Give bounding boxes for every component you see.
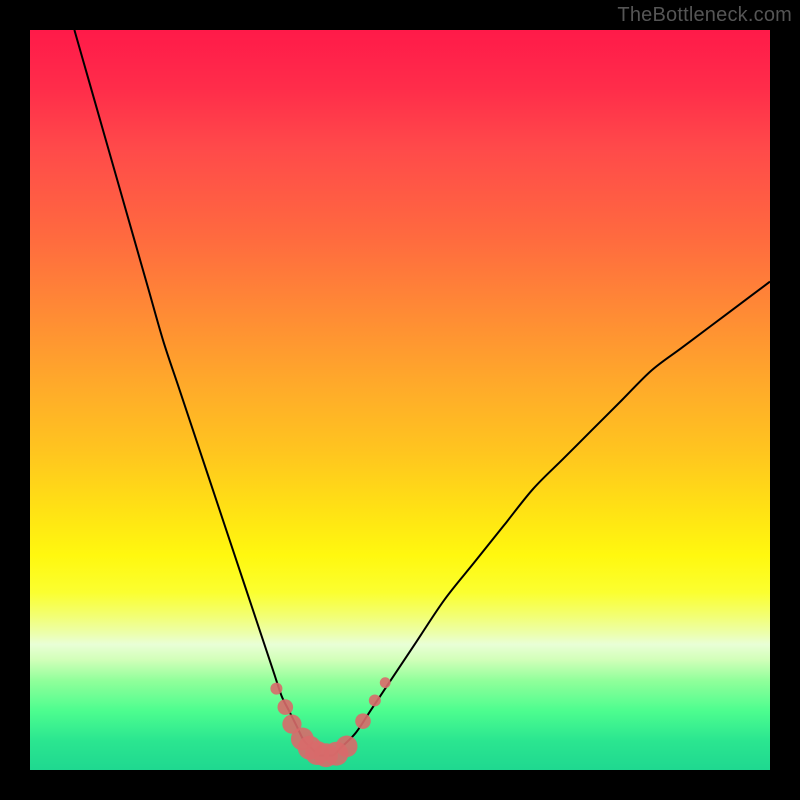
chart-svg [30,30,770,770]
watermark-text: TheBottleneck.com [617,4,792,27]
curve-marker [336,736,358,758]
curve-markers [270,677,390,767]
curve-marker [355,713,371,729]
bottleneck-curve [74,30,770,756]
curve-marker [278,699,294,715]
plot-area [30,30,770,770]
chart-frame: TheBottleneck.com [0,0,800,800]
curve-marker [380,677,391,688]
curve-marker [369,694,381,706]
curve-marker [270,683,282,695]
